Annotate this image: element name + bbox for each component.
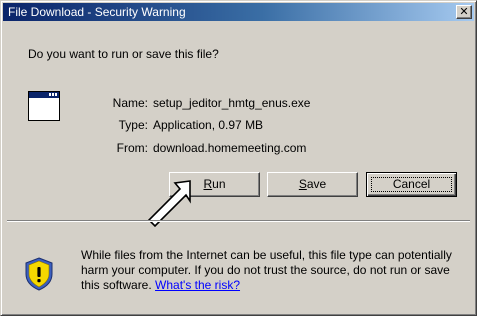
save-accelerator: S xyxy=(298,177,307,191)
file-type-label: Type: xyxy=(118,118,148,132)
save-label-rest: ave xyxy=(306,177,327,191)
security-warning-text: While files from the Internet can be use… xyxy=(81,248,466,293)
cancel-button[interactable]: Cancel xyxy=(366,172,457,197)
security-warning-dialog: File Download - Security Warning ✕ Do yo… xyxy=(0,0,477,316)
whats-the-risk-link[interactable]: What's the risk? xyxy=(155,278,240,292)
shield-warning-icon xyxy=(25,257,53,291)
file-name-row: Name: setup_jeditor_hmtg_enus.exe xyxy=(1,95,477,111)
file-source-label: From: xyxy=(116,141,148,155)
title-bar[interactable]: File Download - Security Warning ✕ xyxy=(3,3,474,21)
separator xyxy=(7,220,470,222)
file-name-label: Name: xyxy=(112,96,148,110)
file-source-row: From: download.homemeeting.com xyxy=(1,140,477,156)
run-label-rest: un xyxy=(212,177,226,191)
file-source-value: download.homemeeting.com xyxy=(153,141,307,155)
file-type-value: Application, 0.97 MB xyxy=(153,118,264,132)
warning-message: While files from the Internet can be use… xyxy=(81,248,452,292)
file-type-row: Type: Application, 0.97 MB xyxy=(1,117,477,133)
run-accelerator: R xyxy=(203,177,213,191)
close-button[interactable]: ✕ xyxy=(456,5,472,19)
download-question: Do you want to run or save this file? xyxy=(28,47,219,61)
focus-ring xyxy=(371,177,452,192)
save-button[interactable]: Save xyxy=(267,172,358,197)
window-title: File Download - Security Warning xyxy=(8,5,186,19)
close-icon: ✕ xyxy=(459,5,469,18)
file-name-value: setup_jeditor_hmtg_enus.exe xyxy=(153,96,311,110)
